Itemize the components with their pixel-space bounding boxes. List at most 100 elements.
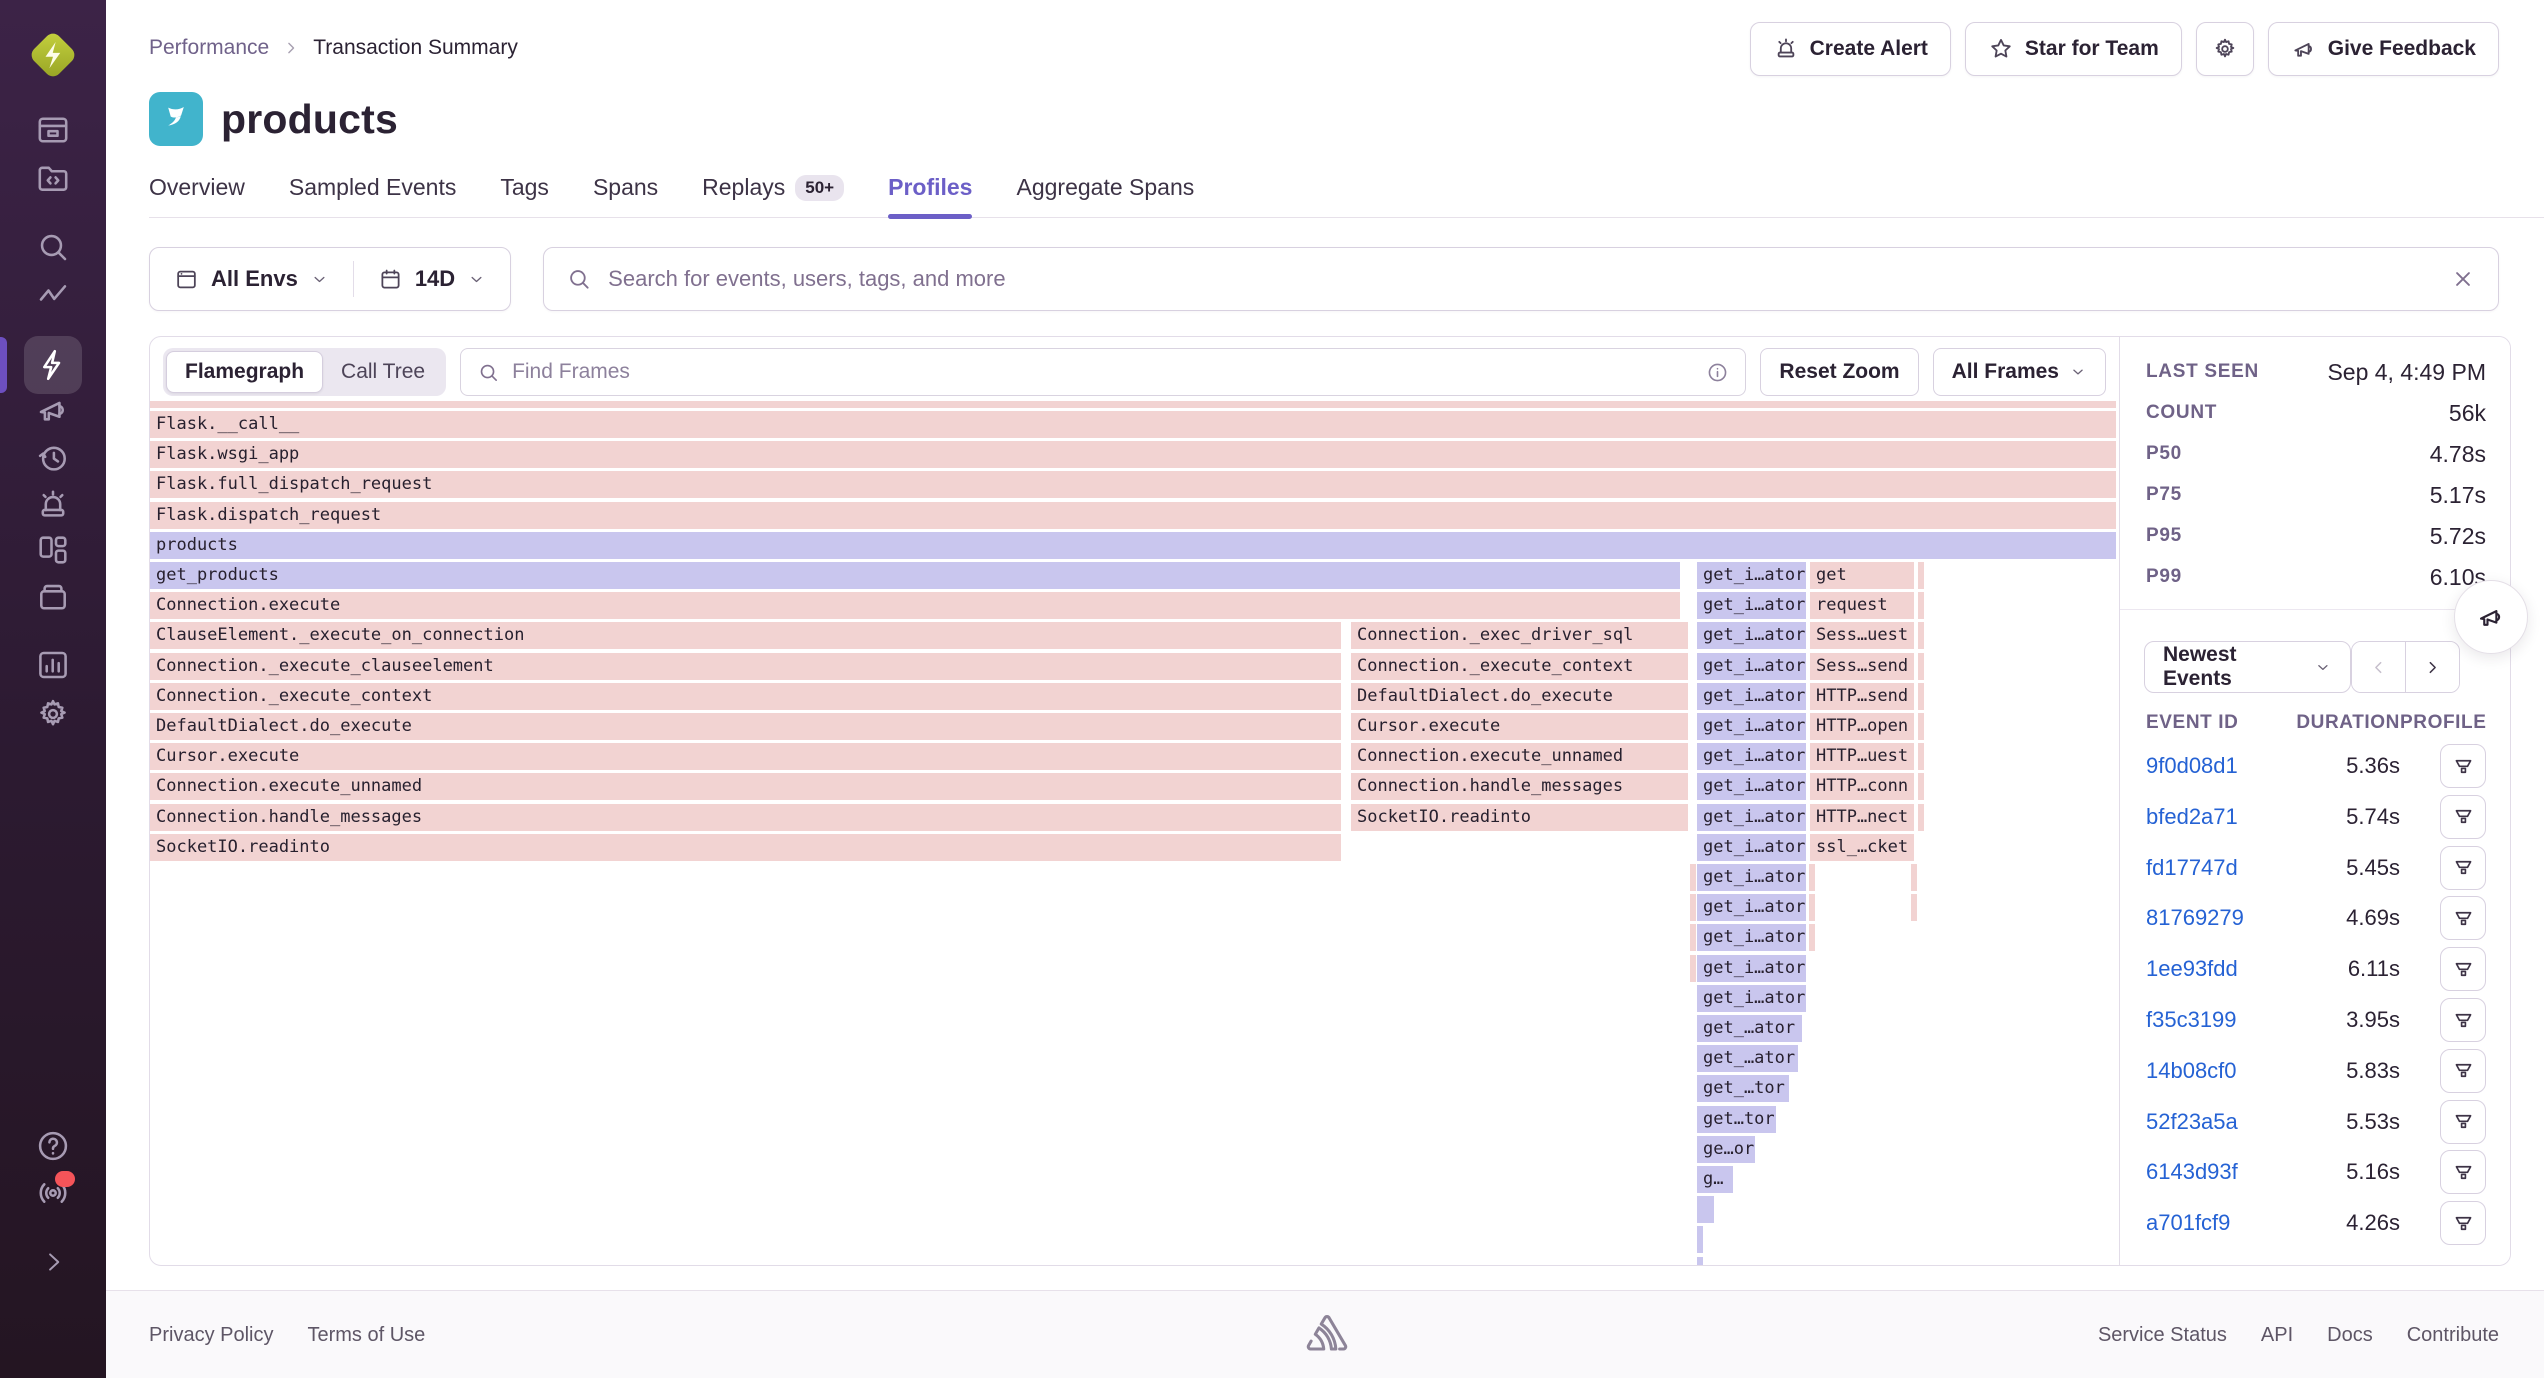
- frame-get-i-ator[interactable]: get_i…ator: [1697, 894, 1806, 921]
- frames-filter-dropdown[interactable]: All Frames: [1933, 348, 2106, 396]
- frame-get-i-ator[interactable]: get_i…ator: [1697, 622, 1806, 649]
- event-id-link[interactable]: 9f0d08d1: [2146, 753, 2280, 779]
- frame-socketio-readinto[interactable]: SocketIO.readinto: [150, 834, 1341, 861]
- footer-link-privacy-policy[interactable]: Privacy Policy: [149, 1324, 273, 1347]
- frame-block[interactable]: [1911, 864, 1917, 891]
- frame-get-i-ator[interactable]: get_i…ator: [1697, 653, 1806, 680]
- flamegraph-view-button[interactable]: Flamegraph: [166, 351, 323, 393]
- frame-block[interactable]: [1918, 804, 1924, 831]
- event-id-link[interactable]: 6143d93f: [2146, 1159, 2280, 1185]
- frame-connection-execute-context[interactable]: Connection._execute_context: [1351, 653, 1688, 680]
- frame-get-i-ator[interactable]: get_i…ator: [1697, 683, 1806, 710]
- tab-sampled-events[interactable]: Sampled Events: [289, 174, 456, 217]
- sidebar-item-search[interactable]: [29, 223, 77, 271]
- event-id-link[interactable]: 1ee93fdd: [2146, 956, 2280, 982]
- flamegraph[interactable]: Flask.__call__Flask.wsgi_appFlask.full_d…: [150, 401, 2119, 1265]
- frame-get-i-ator[interactable]: get_i…ator: [1697, 924, 1806, 951]
- view-profile-button[interactable]: [2440, 1049, 2486, 1093]
- frame-get-ator[interactable]: get_…ator: [1697, 1015, 1802, 1042]
- frame-get-ator[interactable]: get_…ator: [1697, 1045, 1798, 1072]
- breadcrumb-performance[interactable]: Performance: [149, 36, 269, 60]
- tab-spans[interactable]: Spans: [593, 174, 658, 217]
- frame-sess-send[interactable]: Sess…send: [1810, 653, 1914, 680]
- feedback-fab-button[interactable]: [2454, 580, 2528, 654]
- frame-block[interactable]: [1918, 622, 1924, 649]
- frame-get-i-ator[interactable]: get_i…ator: [1697, 985, 1806, 1012]
- frame-flask-wsgi-app[interactable]: Flask.wsgi_app: [150, 441, 2116, 468]
- sidebar-item-help[interactable]: [29, 1122, 77, 1170]
- frame-clauseelement-execute-on-connection[interactable]: ClauseElement._execute_on_connection: [150, 622, 1341, 649]
- frame-get-i-ator[interactable]: get_i…ator: [1697, 834, 1806, 861]
- view-profile-button[interactable]: [2440, 795, 2486, 839]
- frame-block[interactable]: [1690, 924, 1696, 951]
- frame-socketio-readinto[interactable]: SocketIO.readinto: [1351, 804, 1688, 831]
- footer-link-api[interactable]: API: [2261, 1324, 2293, 1347]
- give-feedback-button[interactable]: Give Feedback: [2268, 22, 2499, 76]
- tab-tags[interactable]: Tags: [500, 174, 549, 217]
- event-id-link[interactable]: bfed2a71: [2146, 804, 2280, 830]
- frame-connection-handle-messages[interactable]: Connection.handle_messages: [1351, 773, 1688, 800]
- frame-block[interactable]: [1911, 894, 1917, 921]
- frame-block[interactable]: [1690, 894, 1696, 921]
- sidebar-item-dashboards[interactable]: [29, 526, 77, 574]
- frame-http-uest[interactable]: HTTP…uest: [1810, 743, 1914, 770]
- tab-overview[interactable]: Overview: [149, 174, 245, 217]
- find-frames-input[interactable]: [512, 360, 1694, 384]
- frame-block[interactable]: [1918, 713, 1924, 740]
- view-profile-button[interactable]: [2440, 744, 2486, 788]
- next-page-button[interactable]: [2405, 642, 2459, 692]
- view-profile-button[interactable]: [2440, 846, 2486, 890]
- frame-connection-execute-unnamed[interactable]: Connection.execute_unnamed: [150, 773, 1341, 800]
- search-input[interactable]: [608, 266, 2434, 292]
- event-id-link[interactable]: fd17747d: [2146, 855, 2280, 881]
- event-id-link[interactable]: a701fcf9: [2146, 1210, 2280, 1236]
- frame-ssl-cket[interactable]: ssl_…cket: [1810, 834, 1914, 861]
- frame-cursor-execute[interactable]: Cursor.execute: [1351, 713, 1688, 740]
- sidebar-item-stats[interactable]: [29, 641, 77, 689]
- frame-request[interactable]: request: [1810, 592, 1914, 619]
- view-profile-button[interactable]: [2440, 896, 2486, 940]
- tab-aggregate-spans[interactable]: Aggregate Spans: [1016, 174, 1194, 217]
- frame-http-send[interactable]: HTTP…send: [1810, 683, 1914, 710]
- view-profile-button[interactable]: [2440, 1201, 2486, 1245]
- tab-replays[interactable]: Replays50+: [702, 174, 844, 217]
- view-profile-button[interactable]: [2440, 998, 2486, 1042]
- frame-get-i-ator[interactable]: get_i…ator: [1697, 955, 1806, 982]
- frame-get-i-ator[interactable]: get_i…ator: [1697, 592, 1806, 619]
- view-profile-button[interactable]: [2440, 1100, 2486, 1144]
- sidebar-item-alerts-siren[interactable]: [29, 481, 77, 529]
- info-icon[interactable]: [1706, 361, 1729, 384]
- frame-ge-or[interactable]: ge…or: [1697, 1136, 1755, 1163]
- frame-block[interactable]: [1809, 924, 1815, 951]
- frame-http-nect[interactable]: HTTP…nect: [1810, 804, 1914, 831]
- footer-link-contribute[interactable]: Contribute: [2407, 1324, 2499, 1347]
- frame-defaultdialect-do-execute[interactable]: DefaultDialect.do_execute: [150, 713, 1341, 740]
- close-icon[interactable]: [2450, 266, 2476, 292]
- frame-get-products[interactable]: get_products: [150, 562, 1680, 589]
- view-profile-button[interactable]: [2440, 1150, 2486, 1194]
- frame-sess-uest[interactable]: Sess…uest: [1810, 622, 1914, 649]
- frame-get-i-ator[interactable]: get_i…ator: [1697, 743, 1806, 770]
- frame-block[interactable]: [1918, 562, 1924, 589]
- footer-link-service-status[interactable]: Service Status: [2098, 1324, 2227, 1347]
- create-alert-button[interactable]: Create Alert: [1750, 22, 1951, 76]
- sidebar-item-megaphone[interactable]: [29, 386, 77, 434]
- frame-connection-execute[interactable]: Connection.execute: [150, 592, 1680, 619]
- view-profile-button[interactable]: [2440, 947, 2486, 991]
- frame-cursor-execute[interactable]: Cursor.execute: [150, 743, 1341, 770]
- frame-flask-dispatch-request[interactable]: Flask.dispatch_request: [150, 502, 2116, 529]
- frame-connection-execute-clauseelement[interactable]: Connection._execute_clauseelement: [150, 653, 1341, 680]
- frame-block[interactable]: [1918, 592, 1924, 619]
- sentry-logo-icon[interactable]: [24, 26, 82, 84]
- footer-link-terms-of-use[interactable]: Terms of Use: [307, 1324, 425, 1347]
- sidebar-item-issues[interactable]: [29, 106, 77, 154]
- frame-block[interactable]: [150, 401, 2116, 408]
- frame-connection-exec-driver-sql[interactable]: Connection._exec_driver_sql: [1351, 622, 1688, 649]
- sidebar-item-releases[interactable]: [29, 573, 77, 621]
- reset-zoom-button[interactable]: Reset Zoom: [1760, 348, 1918, 396]
- frame-block[interactable]: [1918, 653, 1924, 680]
- frame-connection-execute-unnamed[interactable]: Connection.execute_unnamed: [1351, 743, 1688, 770]
- frame-connection-execute-context[interactable]: Connection._execute_context: [150, 683, 1341, 710]
- frame-block[interactable]: [1690, 955, 1696, 982]
- sidebar-item-settings-gear[interactable]: [29, 690, 77, 738]
